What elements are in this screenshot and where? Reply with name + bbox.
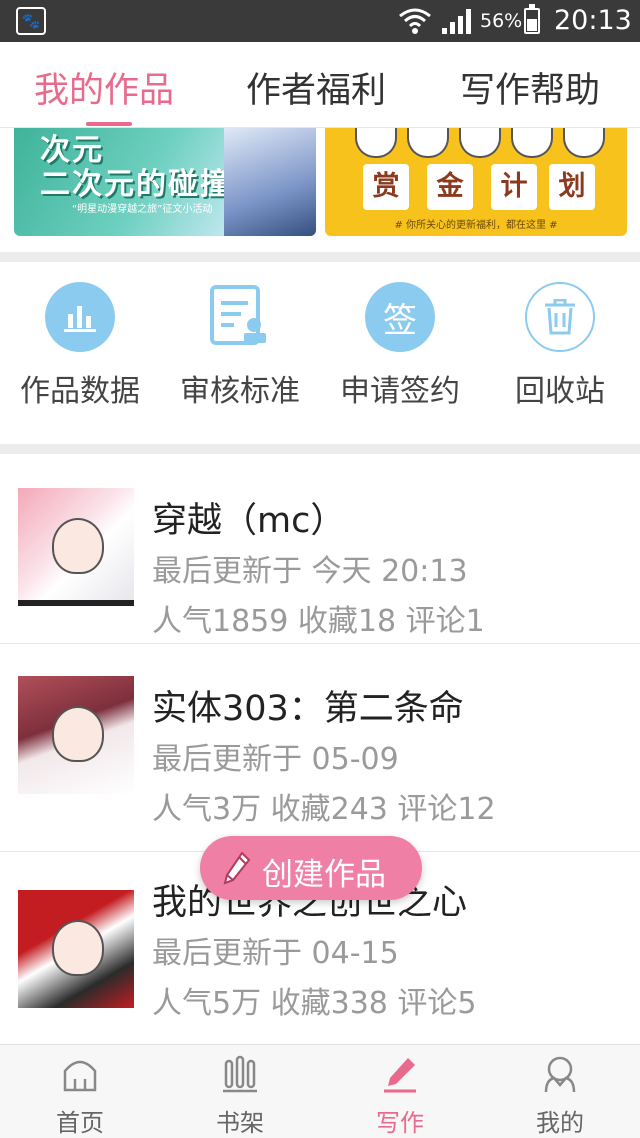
nav-home-label: 首页 [56, 1109, 104, 1137]
work-stats: 人气1859 收藏18 评论1 [152, 604, 485, 639]
nav-profile[interactable]: 我的 [480, 1045, 640, 1138]
action-works-data[interactable]: 作品数据 [0, 262, 160, 444]
banner-contest-headline: 次元 二次元的碰撞 [40, 133, 232, 202]
clock: 20:13 [554, 5, 632, 36]
trash-icon [525, 282, 595, 352]
bottom-nav: 首页 书架 写作 我的 [0, 1044, 640, 1138]
banner-carousel: 次元 二次元的碰撞 “明星动漫穿越之旅”征文小活动 赏 金 计 划 # 你所关心… [0, 128, 640, 252]
nav-bookshelf[interactable]: 书架 [160, 1045, 320, 1138]
nav-bookshelf-label: 书架 [216, 1109, 264, 1137]
banner-bounty[interactable]: 赏 金 计 划 # 你所关心的更新福利，都在这里 # [325, 128, 627, 236]
works-list: 穿越（mc） 最后更新于 今天 20:13 人气1859 收藏18 评论1 实体… [0, 454, 640, 1044]
status-bar: 🐾 56% 20:13 [0, 0, 640, 42]
document-review-icon [205, 282, 275, 352]
work-cover [18, 676, 134, 794]
create-work-button[interactable]: 创建作品 [200, 836, 422, 900]
signal-icon [442, 9, 471, 34]
profile-icon [544, 1056, 576, 1093]
pencil-icon [223, 851, 251, 885]
sign-icon: 签 [365, 282, 435, 352]
baidu-paw-icon: 🐾 [16, 7, 46, 35]
banner-bounty-word: 划 [549, 164, 595, 210]
pencil-icon [384, 1058, 416, 1093]
action-label: 回收站 [515, 374, 605, 409]
banner-bounty-word: 计 [491, 164, 537, 210]
battery-percent: 56% [480, 10, 523, 32]
home-icon [63, 1060, 97, 1092]
nav-profile-label: 我的 [536, 1109, 584, 1137]
work-updated: 最后更新于 今天 20:13 [152, 554, 468, 589]
action-label: 审核标准 [180, 374, 300, 409]
banner-contest-caption: “明星动漫穿越之旅”征文小活动 [72, 204, 213, 215]
work-cover [18, 890, 134, 1008]
banner-bounty-word: 赏 [363, 164, 409, 210]
work-title: 实体303：第二条命 [152, 689, 464, 729]
nav-write[interactable]: 写作 [320, 1045, 480, 1138]
quick-actions: 作品数据 审核标准 签 申请签约 回收站 [0, 262, 640, 444]
banner-contest-illustration [224, 128, 316, 236]
banner-bounty-caption: # 你所关心的更新福利，都在这里 # [394, 220, 558, 231]
nav-write-label: 写作 [376, 1109, 424, 1137]
wifi-icon [399, 8, 431, 34]
work-cover [18, 488, 134, 606]
nav-home[interactable]: 首页 [0, 1045, 160, 1138]
create-work-label: 创建作品 [262, 857, 386, 893]
action-review-standards[interactable]: 审核标准 [160, 262, 320, 444]
work-title: 穿越（mc） [152, 501, 346, 541]
work-updated: 最后更新于 05-09 [152, 742, 399, 777]
action-label: 申请签约 [340, 374, 460, 409]
bookshelf-icon [223, 1055, 257, 1093]
work-updated: 最后更新于 04-15 [152, 936, 399, 971]
action-apply-contract[interactable]: 签 申请签约 [320, 262, 480, 444]
action-recycle-bin[interactable]: 回收站 [480, 262, 640, 444]
tab-writing-help[interactable]: 写作帮助 [460, 62, 600, 113]
banner-contest[interactable]: 次元 二次元的碰撞 “明星动漫穿越之旅”征文小活动 [14, 128, 316, 236]
work-stats: 人气3万 收藏243 评论12 [152, 792, 496, 827]
active-tab-indicator [86, 122, 132, 126]
top-tab-bar: 我的作品 作者福利 写作帮助 [0, 42, 640, 128]
work-stats: 人气5万 收藏338 评论5 [152, 986, 477, 1021]
banner-bounty-word: 金 [427, 164, 473, 210]
action-label: 作品数据 [20, 374, 140, 409]
list-item[interactable]: 穿越（mc） 最后更新于 今天 20:13 人气1859 收藏18 评论1 [0, 454, 640, 644]
list-item[interactable]: 实体303：第二条命 最后更新于 05-09 人气3万 收藏243 评论12 [0, 662, 640, 852]
tab-author-benefits[interactable]: 作者福利 [246, 62, 386, 113]
banner-cats-illustration [355, 128, 605, 160]
battery-icon [524, 4, 540, 34]
bar-chart-icon [45, 282, 115, 352]
tab-my-works[interactable]: 我的作品 [34, 62, 174, 113]
